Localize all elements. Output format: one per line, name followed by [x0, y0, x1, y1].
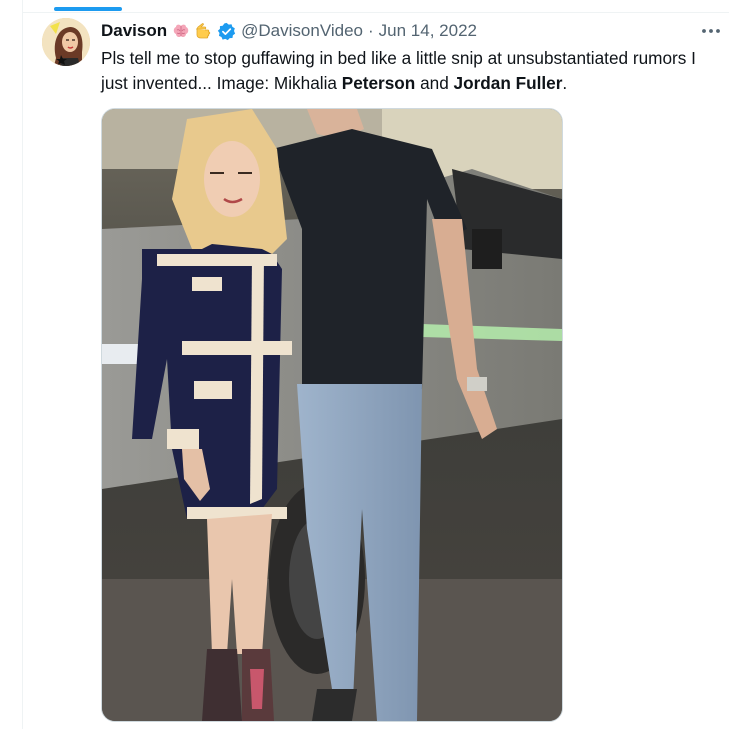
- separator-dot: ·: [368, 21, 374, 40]
- more-dots-icon: [702, 29, 720, 33]
- avatar-illustration-icon: [42, 18, 90, 66]
- avatar[interactable]: [42, 18, 90, 66]
- user-handle[interactable]: @DavisonVideo: [241, 21, 363, 41]
- tab-bar-divider: [23, 12, 729, 13]
- tweet-text-end: .: [562, 73, 568, 93]
- tweet-header: Davison @DavisonVideo · Jun 14, 2022: [101, 19, 477, 43]
- tweet-text-and: and: [415, 73, 454, 93]
- photo-content: [102, 109, 562, 721]
- mention-name-jordan-fuller: Jordan Fuller: [453, 73, 563, 93]
- more-options-button[interactable]: [699, 22, 723, 40]
- active-tab-indicator: [54, 7, 122, 11]
- timeline-left-border: [22, 0, 23, 729]
- tweet-photo[interactable]: [101, 108, 563, 722]
- verified-badge-icon[interactable]: [217, 22, 236, 41]
- pointing-hand-icon: [195, 22, 213, 40]
- display-name[interactable]: Davison: [101, 21, 167, 41]
- tweet-text: Pls tell me to stop guffawing in bed lik…: [101, 46, 711, 96]
- mention-name-peterson: Peterson: [341, 73, 416, 93]
- tweet-timestamp[interactable]: Jun 14, 2022: [379, 21, 477, 41]
- brain-icon: [172, 22, 190, 40]
